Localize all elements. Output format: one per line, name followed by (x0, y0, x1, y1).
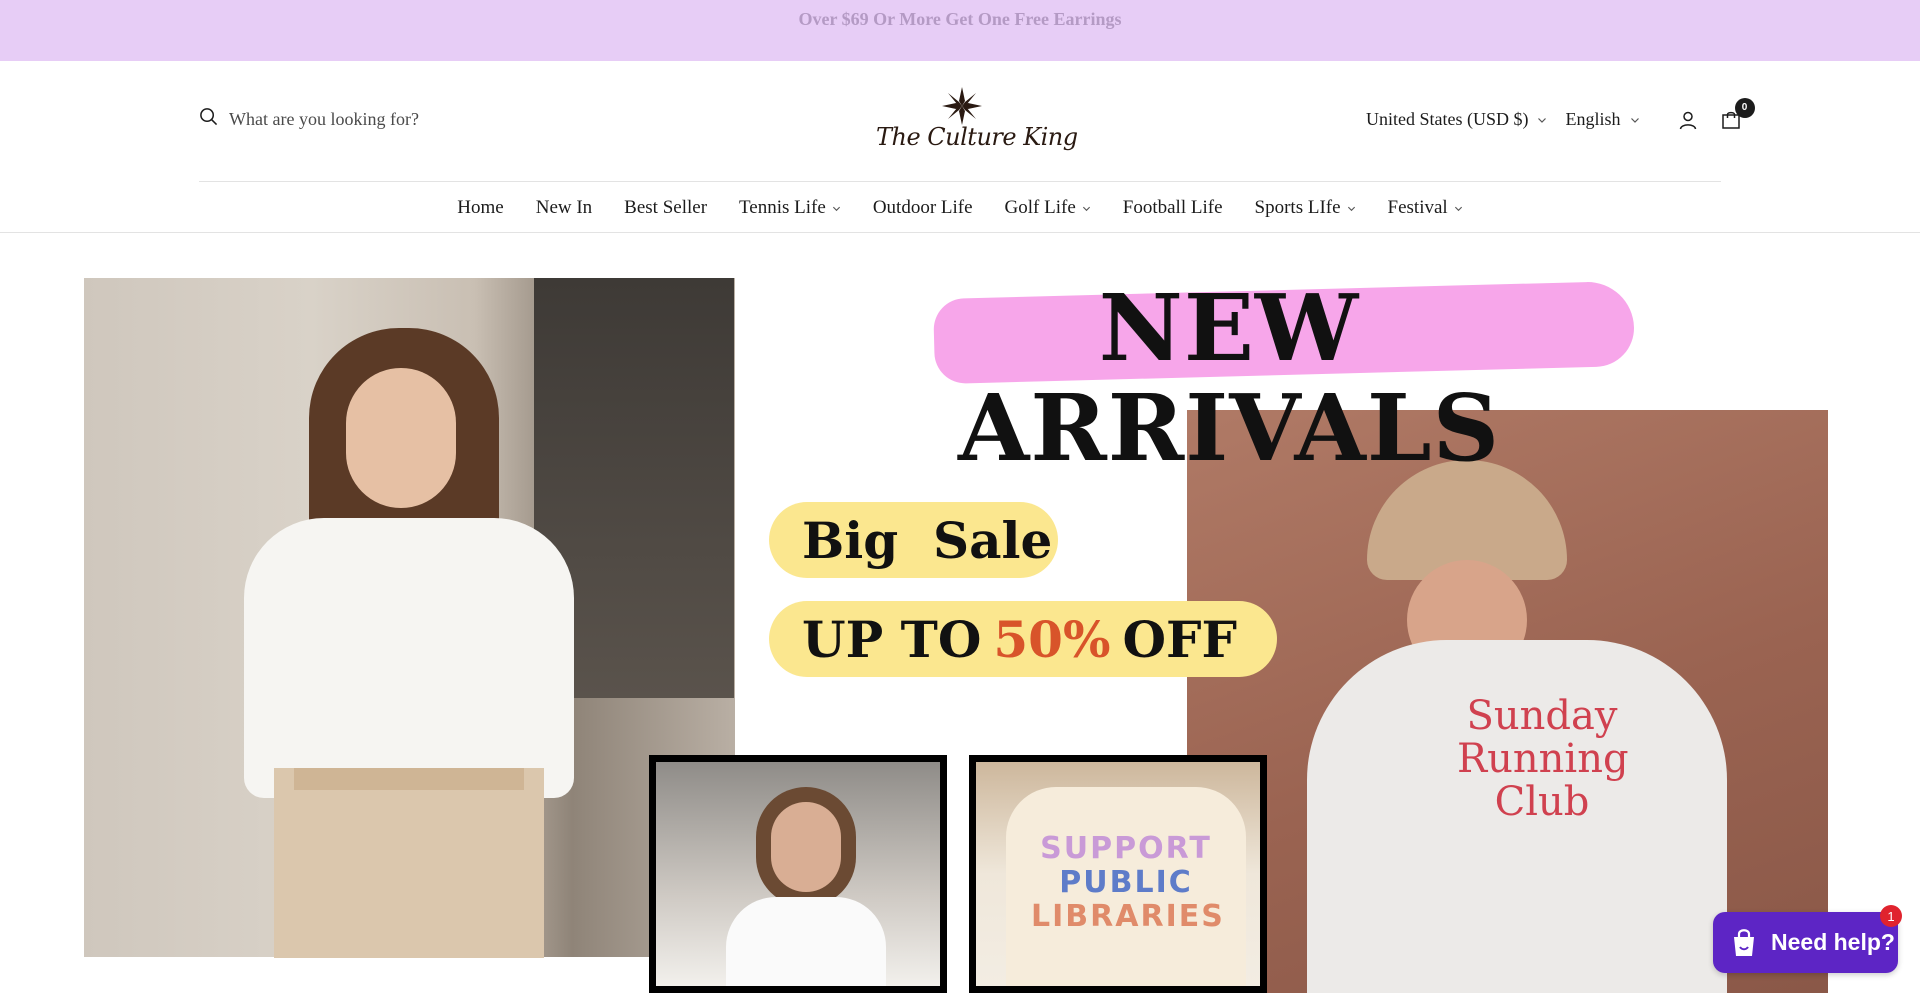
hero-headline: NEW ARRIVALS (957, 278, 1501, 482)
logo[interactable]: The Culture King (876, 87, 1078, 159)
photo-shirt (726, 897, 886, 986)
cart-button[interactable]: 0 (1721, 97, 1755, 130)
currency-label: United States (USD $) (1366, 109, 1529, 129)
nav-item-festival[interactable]: Festival (1388, 197, 1463, 219)
discount-prefix: UP TO (802, 609, 982, 669)
chat-label: Need help? (1771, 929, 1895, 955)
sale-line-1: Big Sale (802, 510, 1053, 570)
hero-photo-sweatshirt: Sunday Running Club (1187, 410, 1828, 993)
hero-banner[interactable]: Sunday Running Club NEW ARRIVALS Big Sal… (84, 278, 1828, 993)
language-selector[interactable]: English (1565, 109, 1639, 130)
discount-percent: 50% (993, 609, 1111, 669)
nav-item-label: Home (457, 196, 504, 218)
chat-help-button[interactable]: Need help? (1713, 912, 1898, 973)
photo-face (346, 368, 456, 508)
nav-item-home[interactable]: Home (457, 197, 503, 219)
nav-item-label: New In (535, 196, 593, 218)
shopify-bag-icon (1734, 928, 1754, 956)
sweatshirt-print: Sunday Running Club (1457, 693, 1629, 825)
tee-line: LIBRARIES (1031, 899, 1225, 934)
currency-selector[interactable]: United States (USD $) (1366, 109, 1547, 130)
thumb-photo-woman (649, 755, 947, 993)
discount-pill: UP TO 50% OFF (769, 601, 1277, 677)
nav-item-label: Festival (1387, 196, 1448, 218)
chevron-down-icon (1538, 117, 1547, 123)
tee-line: SUPPORT (1040, 831, 1212, 866)
search-icon[interactable] (199, 107, 218, 131)
nav-item-best-seller[interactable]: Best Seller (624, 197, 707, 219)
sweatshirt-line: Club (1494, 779, 1590, 825)
search-bar[interactable] (199, 107, 489, 131)
header-actions: United States (USD $) English 0 (1366, 97, 1755, 130)
logo-text: The Culture King (876, 123, 1078, 151)
nav-item-tennis-life[interactable]: Tennis Life (739, 197, 841, 219)
nav-item-football-life[interactable]: Football Life (1123, 197, 1223, 219)
hero-headline-block: NEW ARRIVALS (814, 278, 1644, 478)
announcement-bar: Over $69 Or More Get One Free Earrings (0, 0, 1920, 61)
hero-photo-woman-white-shirt (84, 278, 735, 958)
photo-face (771, 802, 841, 892)
discount-suffix: OFF (1122, 609, 1238, 669)
nav-item-outdoor-life[interactable]: Outdoor Life (873, 197, 973, 219)
tee-print: SUPPORT PUBLIC LIBRARIES (1031, 831, 1225, 934)
nav-item-label: Tennis Life (739, 196, 826, 218)
chevron-down-icon (1454, 206, 1462, 212)
cart-count-badge: 0 (1734, 97, 1755, 118)
photo-shirt (244, 518, 574, 798)
nav-item-label: Golf Life (1004, 196, 1076, 218)
thumb-photo-tee: SUPPORT PUBLIC LIBRARIES (969, 755, 1267, 993)
chevron-down-icon (1347, 206, 1355, 212)
chevron-down-icon (1630, 117, 1639, 123)
sweatshirt-line: Running (1457, 736, 1629, 782)
announcement-text: Over $69 Or More Get One Free Earrings (798, 9, 1122, 29)
nav-item-label: Football Life (1122, 196, 1223, 218)
nav-item-label: Best Seller (624, 196, 708, 218)
main-navigation: Home New In Best Seller Tennis Life Outd… (0, 182, 1920, 233)
nav-item-new-in[interactable]: New In (536, 197, 592, 219)
sweatshirt-line: Sunday (1466, 693, 1618, 739)
photo-pants (274, 768, 544, 958)
chevron-down-icon (1082, 206, 1090, 212)
user-icon[interactable] (1678, 110, 1698, 130)
tee-line: PUBLIC (1059, 865, 1193, 900)
site-header: The Culture King United States (USD $) E… (0, 61, 1920, 233)
language-label: English (1565, 109, 1621, 129)
nav-item-sports-life[interactable]: Sports LIfe (1255, 197, 1356, 219)
chat-notification-badge: 1 (1880, 905, 1902, 927)
logo-emblem-icon (942, 87, 982, 125)
nav-item-label: Sports LIfe (1254, 196, 1341, 218)
nav-item-golf-life[interactable]: Golf Life (1005, 197, 1091, 219)
search-input[interactable] (229, 108, 489, 130)
sale-pill: Big Sale (769, 502, 1058, 578)
nav-item-label: Outdoor Life (872, 196, 973, 218)
photo-belt (294, 768, 524, 790)
chevron-down-icon (832, 206, 840, 212)
